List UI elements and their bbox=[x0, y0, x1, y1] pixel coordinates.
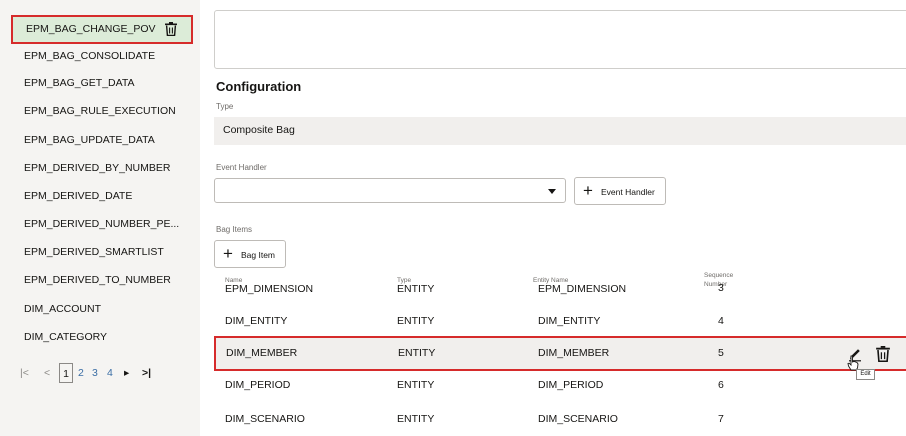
type-label: Type bbox=[216, 102, 234, 111]
bag-list-item[interactable]: EPM_BAG_UPDATE_DATA bbox=[10, 127, 192, 154]
last-page-button[interactable]: >| bbox=[142, 363, 151, 383]
bag-list-item[interactable]: EPM_BAG_CONSOLIDATE bbox=[10, 43, 192, 70]
bag-list-item[interactable]: EPM_DERIVED_TO_NUMBER bbox=[10, 267, 192, 294]
bag-list-item-label: EPM_BAG_RULE_EXECUTION bbox=[24, 105, 176, 117]
bag-list-item[interactable]: EPM_BAG_RULE_EXECUTION bbox=[10, 98, 192, 125]
bag-list-item-selected[interactable]: EPM_BAG_CHANGE_POV bbox=[11, 15, 193, 44]
bag-list-item[interactable]: EPM_DERIVED_BY_NUMBER bbox=[10, 155, 192, 182]
table-cell-seq: 3 bbox=[718, 282, 724, 294]
bag-list-item[interactable]: DIM_ACCOUNT bbox=[10, 296, 192, 323]
page-button-current[interactable]: 1 bbox=[59, 363, 73, 383]
bag-list-item[interactable]: DIM_CATEGORY bbox=[10, 324, 192, 351]
page-button[interactable]: 2 bbox=[78, 363, 84, 383]
configuration-heading: Configuration bbox=[216, 79, 302, 94]
plus-icon: + bbox=[223, 244, 233, 263]
table-row[interactable]: DIM_SCENARIO ENTITY DIM_SCENARIO 7 bbox=[215, 402, 906, 436]
bag-list-item-label: EPM_BAG_CONSOLIDATE bbox=[24, 50, 156, 62]
table-cell-entity: EPM_DIMENSION bbox=[538, 283, 627, 295]
bag-list-item-label: EPM_BAG_GET_DATA bbox=[24, 77, 135, 89]
bag-list-item[interactable]: EPM_DERIVED_SMARTLIST bbox=[10, 239, 192, 266]
bag-list-item-label: EPM_DERIVED_DATE bbox=[24, 190, 133, 202]
bag-list-item[interactable]: EPM_BAG_GET_DATA bbox=[10, 70, 192, 97]
table-cell-seq: 6 bbox=[718, 379, 724, 391]
bag-list-item-label: DIM_CATEGORY bbox=[24, 331, 108, 343]
bag-list-item-label: EPM_BAG_UPDATE_DATA bbox=[24, 134, 155, 146]
plus-icon: + bbox=[583, 181, 593, 200]
first-page-button[interactable]: |< bbox=[20, 363, 29, 383]
table-cell-type: ENTITY bbox=[398, 347, 436, 359]
table-cell-entity: DIM_ENTITY bbox=[538, 315, 601, 327]
next-page-button[interactable]: ▸ bbox=[124, 363, 129, 383]
page-button[interactable]: 3 bbox=[92, 363, 98, 383]
table-cell-type: ENTITY bbox=[397, 315, 435, 327]
bag-list-item-label: DIM_ACCOUNT bbox=[24, 303, 102, 315]
trash-icon[interactable] bbox=[165, 22, 177, 36]
table-cell-type: ENTITY bbox=[397, 379, 435, 391]
table-cell-seq: 4 bbox=[718, 315, 724, 327]
previous-page-button[interactable]: < bbox=[44, 363, 50, 383]
table-cell-name: DIM_MEMBER bbox=[226, 347, 298, 359]
page-button[interactable]: 4 bbox=[107, 363, 113, 383]
add-bag-item-button[interactable]: + Bag Item bbox=[214, 240, 286, 268]
table-cell-seq: 5 bbox=[718, 347, 724, 359]
description-textarea[interactable] bbox=[214, 10, 906, 69]
bag-list-item-label: EPM_DERIVED_TO_NUMBER bbox=[24, 274, 171, 286]
type-field: Composite Bag bbox=[214, 117, 906, 145]
bag-list-item-label: EPM_DERIVED_SMARTLIST bbox=[24, 246, 164, 258]
table-cell-entity: DIM_PERIOD bbox=[538, 379, 604, 391]
edit-tooltip: Edit bbox=[856, 369, 875, 380]
table-cell-entity: DIM_MEMBER bbox=[538, 347, 610, 359]
add-event-handler-button[interactable]: + Event Handler bbox=[574, 177, 666, 205]
event-handler-select[interactable] bbox=[214, 178, 566, 203]
table-row[interactable]: DIM_ENTITY ENTITY DIM_ENTITY 4 bbox=[215, 304, 906, 338]
bag-list-item-label: EPM_DERIVED_BY_NUMBER bbox=[24, 162, 171, 174]
bag-list-item-label: EPM_BAG_CHANGE_POV bbox=[26, 23, 156, 35]
table-cell-name: DIM_ENTITY bbox=[225, 315, 288, 327]
bag-list-item[interactable]: EPM_DERIVED_NUMBER_PE... bbox=[10, 211, 192, 238]
table-cell-type: ENTITY bbox=[397, 413, 435, 425]
column-header-sequence: Sequence bbox=[704, 272, 734, 279]
bag-list-item[interactable]: EPM_DERIVED_DATE bbox=[10, 183, 192, 210]
event-handler-label: Event Handler bbox=[216, 163, 267, 172]
chevron-down-icon bbox=[548, 189, 556, 194]
table-row-highlighted[interactable]: DIM_MEMBER ENTITY DIM_MEMBER 5 bbox=[214, 336, 906, 371]
table-cell-name: DIM_PERIOD bbox=[225, 379, 291, 391]
bag-items-label: Bag Items bbox=[216, 225, 253, 234]
table-cell-seq: 7 bbox=[718, 413, 724, 425]
table-row[interactable]: DIM_PERIOD ENTITY DIM_PERIOD 6 bbox=[215, 368, 906, 402]
bag-list-item-label: EPM_DERIVED_NUMBER_PE... bbox=[24, 218, 180, 230]
bag-list-sidebar: EPM_BAG_CHANGE_POV EPM_BAG_CONSOLIDATE E… bbox=[0, 0, 200, 436]
table-cell-entity: DIM_SCENARIO bbox=[538, 413, 618, 425]
add-bag-item-label: Bag Item bbox=[241, 250, 276, 260]
trash-icon[interactable] bbox=[876, 346, 890, 362]
add-event-handler-label: Event Handler bbox=[601, 187, 655, 197]
table-cell-type: ENTITY bbox=[397, 283, 435, 295]
table-cell-name: DIM_SCENARIO bbox=[225, 413, 305, 425]
table-cell-name: EPM_DIMENSION bbox=[225, 283, 314, 295]
